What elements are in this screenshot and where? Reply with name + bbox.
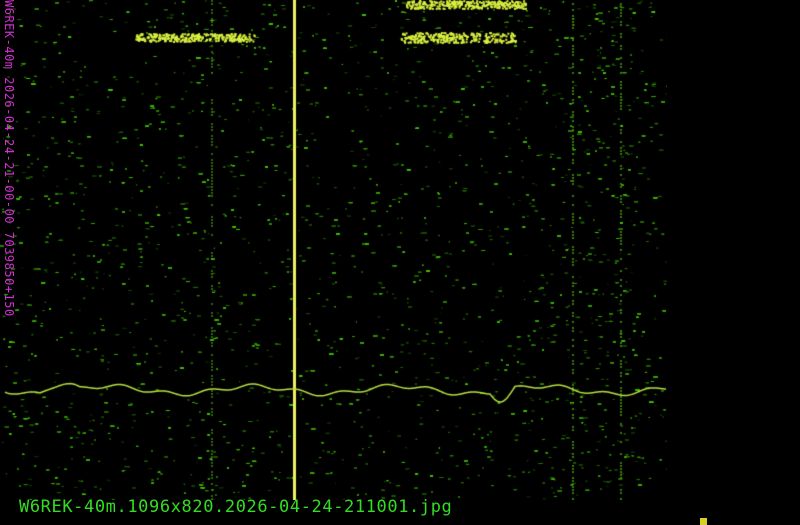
spectrogram-waterfall-image — [0, 0, 667, 500]
image-filename: W6REK-40m.1096x820.2026-04-24-211001.jpg — [19, 497, 453, 517]
station-frequency-label: W6REK-40m 2026-04-24-21-00-00 7039850+15… — [2, 0, 16, 317]
scroll-marker — [700, 518, 707, 525]
